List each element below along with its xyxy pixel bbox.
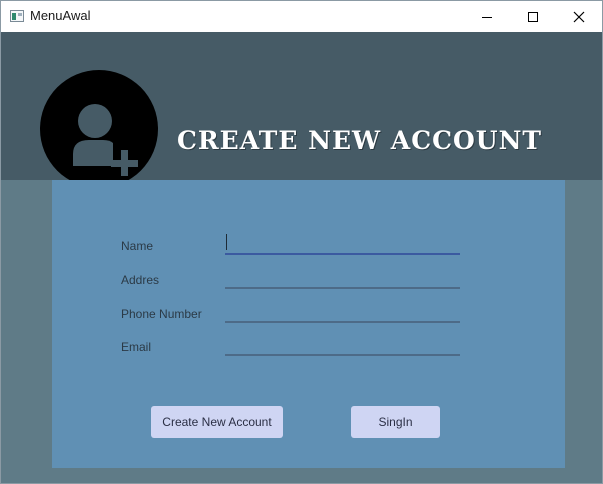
minimize-button[interactable] — [464, 1, 510, 32]
name-label: Name — [121, 239, 154, 253]
app-icon — [10, 10, 24, 22]
close-button[interactable] — [556, 1, 602, 32]
address-field[interactable] — [225, 269, 460, 289]
page-title: CREATE NEW ACCOUNT — [177, 126, 543, 155]
sign-in-button[interactable]: SingIn — [351, 406, 440, 438]
minimize-icon — [482, 16, 492, 18]
form-panel: Name Addres Phone Number Email Create Ne… — [52, 180, 565, 468]
phone-number-field[interactable] — [225, 303, 460, 323]
title-bar[interactable]: MenuAwal — [1, 1, 602, 32]
create-account-button[interactable]: Create New Account — [151, 406, 283, 438]
email-label: Email — [121, 340, 152, 354]
app-window: MenuAwal CREATE NEW ACCOUNT Name Addres … — [0, 0, 603, 484]
header-banner: CREATE NEW ACCOUNT — [1, 32, 602, 188]
avatar — [40, 70, 158, 188]
phone-number-label: Phone Number — [121, 307, 202, 321]
address-label: Addres — [121, 273, 160, 287]
name-field[interactable] — [225, 235, 460, 255]
add-user-icon — [73, 104, 138, 176]
window-title: MenuAwal — [30, 8, 91, 23]
maximize-button[interactable] — [510, 1, 556, 32]
email-field[interactable] — [225, 336, 460, 356]
maximize-icon — [528, 11, 538, 22]
text-caret — [226, 234, 227, 250]
close-icon — [573, 11, 585, 22]
